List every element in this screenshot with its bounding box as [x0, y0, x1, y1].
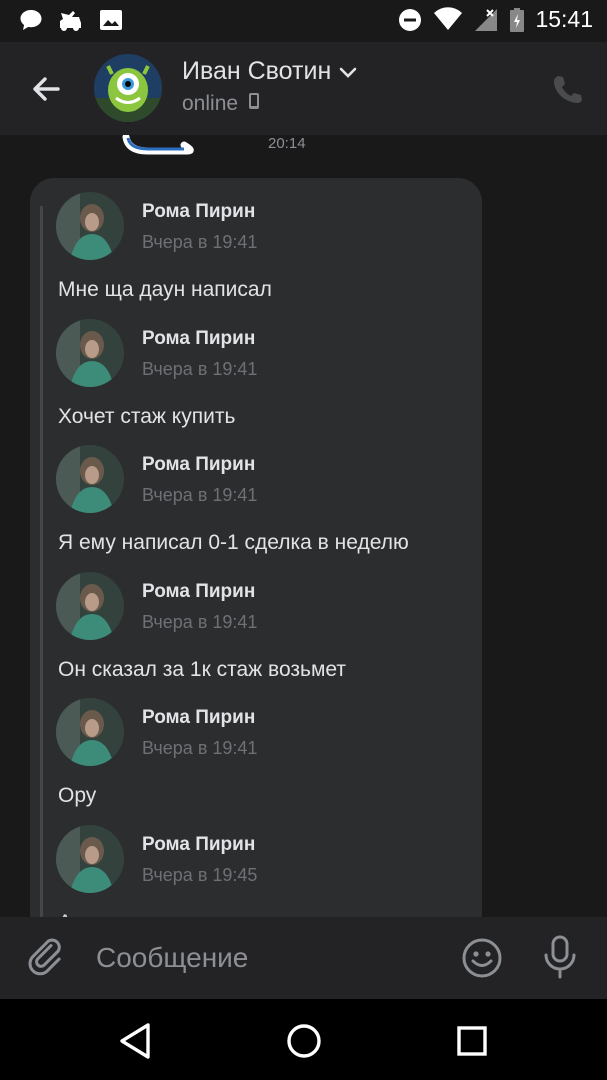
forwarded-time: Вчера в 19:41	[142, 232, 258, 252]
mobile-phone-icon	[248, 92, 260, 116]
recents-square-icon[interactable]	[450, 1019, 494, 1063]
status-time: 15:41	[535, 6, 593, 32]
author-name[interactable]: Рома Пирин	[142, 834, 255, 856]
wifi-icon	[433, 6, 463, 33]
home-circle-icon[interactable]	[282, 1019, 326, 1063]
author-avatar[interactable]	[56, 824, 124, 893]
author-avatar[interactable]	[56, 571, 124, 640]
phone-icon[interactable]	[548, 70, 586, 108]
forwarded-text: Мне ща даун написал	[58, 278, 272, 301]
message-list[interactable]: 20:14 Рома Пирин Вчера в 19:41 Мне ща даун…	[0, 135, 607, 917]
author-avatar[interactable]	[56, 192, 124, 260]
forwarded-item: Рома Пирин Вчера в 19:41 Хочет стаж купить	[56, 318, 466, 428]
forwarded-time: Вчера в 19:41	[142, 738, 258, 758]
forwarded-text: Он сказал за 1к стаж возьмет	[58, 657, 347, 681]
author-name[interactable]: Рома Пирин	[142, 201, 255, 223]
author-name[interactable]: Рома Пирин	[142, 328, 255, 350]
chevron-down-icon	[339, 57, 357, 86]
author-name[interactable]: Рома Пирин	[142, 581, 255, 603]
image-icon	[98, 7, 124, 33]
forwarded-time: Вчера в 19:45	[142, 864, 258, 885]
author-name[interactable]: Рома Пирин	[142, 707, 255, 729]
dump-truck-icon	[58, 7, 84, 33]
forward-indicator-line	[40, 206, 43, 917]
forwarded-text: Хочет стаж купить	[58, 404, 236, 428]
forwarded-author-row: Рома Пирин Вчера в 19:41	[56, 698, 466, 768]
message-input[interactable]	[96, 937, 436, 979]
forwarded-message-bubble[interactable]: Рома Пирин Вчера в 19:41 Мне ща даун напис…	[30, 178, 482, 917]
contact-name[interactable]: Иван Свотин	[182, 57, 357, 86]
forwarded-item: Рома Пирин Вчера в 19:41 Он сказал за 1к с…	[56, 571, 466, 681]
battery-icon	[509, 7, 525, 33]
message-composer	[0, 917, 607, 999]
do-not-disturb-icon	[397, 7, 423, 33]
author-avatar[interactable]	[56, 698, 124, 766]
contact-name-text: Иван Свотин	[182, 57, 332, 85]
author-avatar[interactable]	[56, 445, 124, 513]
paperclip-icon[interactable]	[26, 935, 70, 979]
forwarded-time: Вчера в 19:41	[142, 611, 258, 632]
status-text: online	[182, 92, 239, 115]
forwarded-author-row: Рома Пирин Вчера в 19:41	[56, 192, 466, 262]
back-arrow-icon[interactable]	[24, 67, 68, 111]
status-bar: 15:41	[0, 0, 607, 42]
forwarded-author-row: Рома Пирин Вчера в 19:45	[56, 824, 466, 895]
forwarded-author-row: Рома Пирин Вчера в 19:41	[56, 571, 466, 642]
microphone-icon[interactable]	[538, 933, 582, 981]
forwarded-item: Рома Пирин Вчера в 19:41 Мне ща даун напис…	[56, 192, 466, 301]
author-name[interactable]: Рома Пирин	[142, 454, 255, 476]
author-avatar[interactable]	[56, 318, 124, 387]
back-triangle-icon[interactable]	[114, 1019, 158, 1063]
forwarded-item: Рома Пирин Вчера в 19:41 Ору	[56, 698, 466, 807]
contact-avatar[interactable]	[94, 54, 162, 122]
forwarded-time: Вчера в 19:41	[142, 485, 258, 505]
system-icons: 15:41	[397, 6, 593, 33]
forwarded-time: Вчера в 19:41	[142, 358, 258, 379]
notification-icons	[18, 7, 124, 33]
message-time: 20:14	[268, 135, 306, 152]
forwarded-item: Рома Пирин Вчера в 19:41 Я ему написал 0-1…	[56, 445, 466, 554]
chat-bubble-icon	[18, 7, 44, 33]
no-signal-icon	[473, 7, 499, 33]
forwarded-text: Ору	[58, 784, 97, 807]
forwarded-author-row: Рома Пирин Вчера в 19:41	[56, 445, 466, 515]
chat-header: Иван Свотин online	[0, 42, 607, 135]
forwarded-item: Рома ПиринВчера в 19:45А	[56, 824, 466, 917]
forwarded-author-row: Рома Пирин Вчера в 19:41	[56, 318, 466, 389]
sticker-fragment	[122, 135, 262, 166]
system-navigation-bar	[0, 999, 607, 1080]
forwarded-text: Я ему написал 0-1 сделка в неделю	[58, 531, 409, 554]
emoji-smile-icon[interactable]	[460, 936, 504, 980]
contact-status: online	[182, 92, 260, 116]
